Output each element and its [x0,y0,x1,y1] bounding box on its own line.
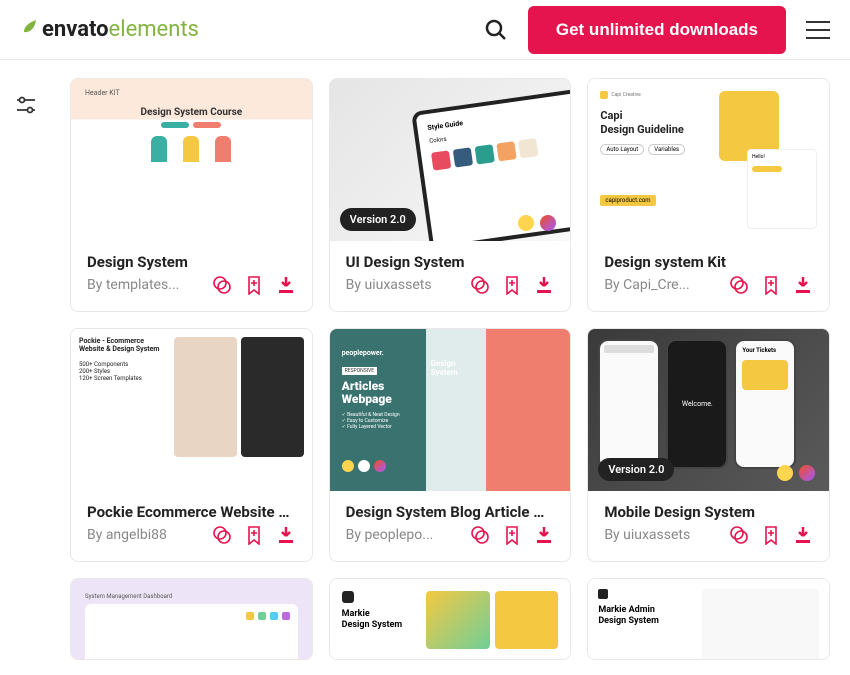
card-thumbnail: Header KIT Design System Course [71,79,312,241]
card-author[interactable]: By angelbi88 [87,527,167,543]
search-icon[interactable] [484,18,508,42]
logo-elements-text: elements [109,17,199,42]
card-title: Mobile Design System [604,503,813,521]
thumb-bullet: ✓ Fully Layered Vector [342,424,559,430]
card-thumbnail: Markie AdminDesign System [588,579,829,660]
logo-envato-text: envato [42,17,109,42]
similar-icon[interactable] [470,525,490,545]
card-body: Mobile Design System By uiuxassets [588,491,829,561]
download-icon[interactable] [534,525,554,545]
card-title: Design System [87,253,296,271]
card-body: UI Design System By uiuxassets [330,241,571,311]
result-card[interactable]: Capi Creative CapiDesign Guideline Auto … [587,78,830,312]
result-card[interactable]: Style Guide Colors Version 2.0 [329,78,572,312]
card-author[interactable]: By uiuxassets [346,277,432,293]
card-thumbnail: Pockie - Ecommerce Website & Design Syst… [71,329,312,491]
result-card[interactable]: System Management Dashboard [70,578,313,660]
content: Header KIT Design System Course Design S… [0,60,850,660]
thumb-title-2: Webpage [342,392,392,406]
card-body: Pockie Ecommerce Website De... By angelb… [71,491,312,561]
similar-icon[interactable] [212,525,232,545]
card-thumbnail: System Management Dashboard [71,579,312,660]
thumb-title-1: Markie [342,609,370,619]
card-body: Design System Blog Article We... By peop… [330,491,571,561]
thumb-tag: Variables [648,144,685,155]
similar-icon[interactable] [729,275,749,295]
version-badge: Version 2.0 [598,458,674,481]
download-icon[interactable] [534,275,554,295]
bookmark-icon[interactable] [761,275,781,295]
thumb-title-1: Markie Admin [598,605,655,615]
card-author[interactable]: By Capi_Cre... [604,277,689,293]
hamburger-menu-icon[interactable] [806,21,830,39]
result-card[interactable]: Welcome. Your Tickets Version 2.0 Mobile… [587,328,830,562]
similar-icon[interactable] [470,275,490,295]
results-grid: Header KIT Design System Course Design S… [44,78,830,660]
card-title: Design system Kit [604,253,813,271]
logo[interactable]: envato elements [20,17,199,42]
thumb-header-label: Header KIT [79,87,304,99]
bookmark-icon[interactable] [502,275,522,295]
download-icon[interactable] [793,275,813,295]
thumb-heading: Pockie - Ecommerce Website & Design Syst… [79,337,166,353]
card-thumbnail: Capi Creative CapiDesign Guideline Auto … [588,79,829,241]
card-title: Pockie Ecommerce Website De... [87,503,296,521]
similar-icon[interactable] [212,275,232,295]
card-author[interactable]: By uiuxassets [604,527,690,543]
version-badge: Version 2.0 [340,208,416,231]
result-card[interactable]: peoplepower. RESPONSIVE ArticlesWebpage … [329,328,572,562]
thumb-welcome: Welcome. [666,339,728,469]
download-icon[interactable] [276,525,296,545]
card-thumbnail: peoplepower. RESPONSIVE ArticlesWebpage … [330,329,571,491]
download-icon[interactable] [276,275,296,295]
result-card[interactable]: Markie AdminDesign System [587,578,830,660]
filter-icon[interactable] [16,99,36,118]
header: envato elements Get unlimited downloads [0,0,850,60]
download-icon[interactable] [793,525,813,545]
card-author[interactable]: By templates... [87,277,179,293]
card-title: UI Design System [346,253,555,271]
bookmark-icon[interactable] [244,525,264,545]
header-right: Get unlimited downloads [484,6,830,54]
card-title: Design System Blog Article We... [346,503,555,521]
cta-button[interactable]: Get unlimited downloads [528,6,786,54]
thumb-title-2: Design System [342,620,403,630]
card-body: Design System By templates... [71,241,312,311]
bookmark-icon[interactable] [761,525,781,545]
thumb-title-1: Articles [342,379,385,393]
bookmark-icon[interactable] [502,525,522,545]
result-card[interactable]: MarkieDesign System [329,578,572,660]
card-thumbnail: Welcome. Your Tickets Version 2.0 [588,329,829,491]
card-thumbnail: Style Guide Colors Version 2.0 [330,79,571,241]
thumb-line: 200+ Styles [79,368,166,375]
card-author[interactable]: By peoplepo... [346,527,434,543]
thumb-tag: Auto Layout [600,144,644,155]
thumb-title: System Management Dashboard [85,593,298,600]
result-card[interactable]: Header KIT Design System Course Design S… [70,78,313,312]
thumb-title: Design System Course [140,107,242,118]
card-thumbnail: MarkieDesign System [330,579,571,660]
thumb-title-2: Design Guideline [600,123,683,136]
thumb-title-2: Design System [598,616,659,626]
thumb-line: 500+ Components [79,361,166,368]
thumb-brand: peoplepower. [342,349,559,357]
bookmark-icon[interactable] [244,275,264,295]
thumb-line: 120+ Screen Templates [79,375,166,382]
filter-sidebar [8,78,44,660]
thumb-title-1: Capi [600,109,622,122]
thumb-tickets: Your Tickets [742,347,788,354]
thumb-badge: RESPONSIVE [342,367,377,375]
result-card[interactable]: Pockie - Ecommerce Website & Design Syst… [70,328,313,562]
thumb-link: capiproduct.com [600,195,655,206]
similar-icon[interactable] [729,525,749,545]
leaf-icon [20,17,38,42]
card-body: Design system Kit By Capi_Cre... [588,241,829,311]
